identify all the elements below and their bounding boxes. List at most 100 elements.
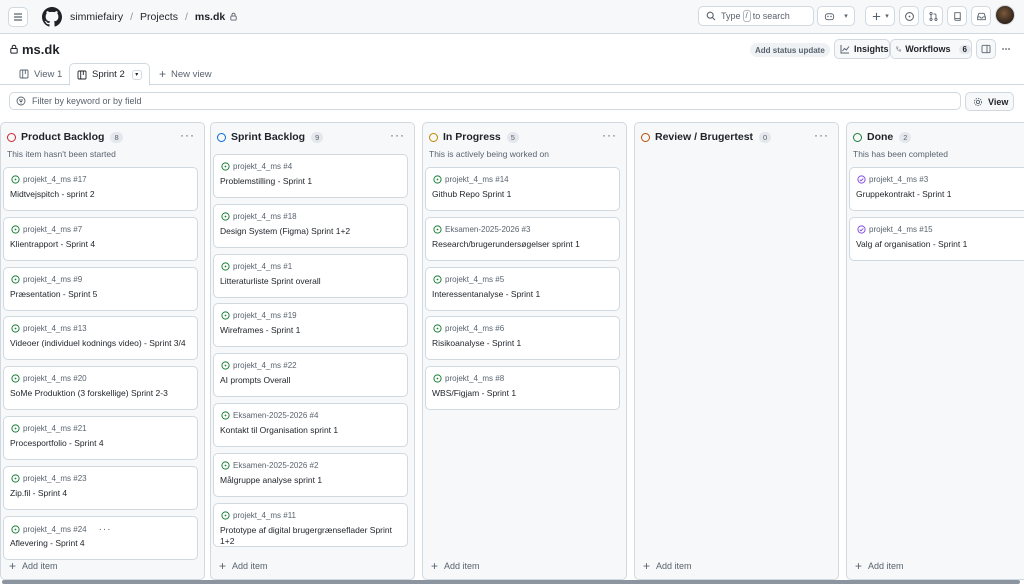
- card-reference[interactable]: projekt_4_ms #18: [233, 212, 297, 221]
- card-reference[interactable]: projekt_4_ms #3: [869, 175, 928, 184]
- card-reference[interactable]: projekt_4_ms #5: [445, 275, 504, 284]
- card-reference[interactable]: projekt_4_ms #9: [23, 275, 82, 284]
- card-reference[interactable]: projekt_4_ms #4: [233, 162, 292, 171]
- issue-card[interactable]: projekt_4_ms #8 WBS/Figjam - Sprint 1: [425, 366, 620, 411]
- card-reference[interactable]: projekt_4_ms #23: [23, 474, 87, 483]
- add-item-button[interactable]: + Add item: [643, 559, 692, 573]
- card-title[interactable]: Prototype af digital brugergrænseflader …: [220, 525, 402, 547]
- card-reference[interactable]: projekt_4_ms #6: [445, 324, 504, 333]
- card-title[interactable]: WBS/Figjam - Sprint 1: [432, 388, 614, 399]
- create-new-button[interactable]: ▾: [865, 6, 895, 26]
- add-status-update-button[interactable]: Add status update: [750, 43, 830, 57]
- avatar[interactable]: [995, 5, 1015, 25]
- issue-card[interactable]: Eksamen-2025-2026 #3 Research/brugerunder…: [425, 216, 620, 261]
- issue-card[interactable]: Eksamen-2025-2026 #2 Målgruppe analyse sp…: [213, 452, 408, 497]
- view-options-button[interactable]: View: [965, 92, 1014, 111]
- card-title[interactable]: Målgruppe analyse sprint 1: [220, 475, 402, 486]
- issue-card[interactable]: Eksamen-2025-2026 #4 Kontakt til Organisa…: [213, 403, 408, 447]
- column-menu-icon[interactable]: ···: [390, 128, 405, 142]
- issue-card[interactable]: projekt_4_ms #9 Præsentation - Sprint 5: [3, 266, 198, 311]
- card-title[interactable]: Litteraturliste Sprint overall: [220, 276, 402, 287]
- horizontal-scrollbar[interactable]: [2, 580, 1020, 584]
- card-reference[interactable]: projekt_4_ms #8: [445, 374, 504, 383]
- card-title[interactable]: Procesportfolio - Sprint 4: [10, 438, 192, 449]
- column-menu-icon[interactable]: ···: [602, 128, 617, 142]
- card-title[interactable]: Kontakt til Organisation sprint 1: [220, 425, 402, 436]
- issue-card[interactable]: projekt_4_ms #6 Risikoanalyse - Sprint 1: [425, 316, 620, 361]
- card-title[interactable]: Design System (Figma) Sprint 1+2: [220, 226, 402, 237]
- issue-card[interactable]: projekt_4_ms #19 Wireframes - Sprint 1: [213, 303, 408, 348]
- card-reference[interactable]: projekt_4_ms #19: [233, 311, 297, 320]
- column-menu-icon[interactable]: ···: [814, 128, 829, 142]
- card-menu-icon[interactable]: ···: [99, 524, 112, 535]
- add-item-button[interactable]: + Add item: [431, 559, 480, 573]
- card-title[interactable]: Valg af organisation - Sprint 1: [856, 239, 1024, 250]
- add-item-button[interactable]: + Add item: [855, 559, 904, 573]
- card-title[interactable]: Aflevering - Sprint 4: [10, 538, 192, 549]
- notifications-button[interactable]: [971, 6, 991, 26]
- issue-card[interactable]: projekt_4_ms #22 AI prompts Overall: [213, 353, 408, 398]
- card-reference[interactable]: projekt_4_ms #11: [233, 511, 296, 520]
- card-reference[interactable]: projekt_4_ms #17: [23, 175, 87, 184]
- issue-card[interactable]: projekt_4_ms #14 Github Repo Sprint 1: [425, 167, 620, 211]
- card-reference[interactable]: projekt_4_ms #21: [23, 424, 87, 433]
- breadcrumb-projects[interactable]: Projects: [140, 11, 178, 23]
- card-reference[interactable]: Eksamen-2025-2026 #2: [233, 461, 318, 470]
- card-reference[interactable]: projekt_4_ms #22: [233, 361, 297, 370]
- issue-card[interactable]: projekt_4_ms #23 Zip.fil - Sprint 4: [3, 465, 198, 510]
- pull-requests-button[interactable]: [923, 6, 943, 26]
- filter-input[interactable]: Filter by keyword or by field: [9, 92, 961, 110]
- card-reference[interactable]: projekt_4_ms #24: [23, 525, 87, 534]
- card-title[interactable]: Interessentanalyse - Sprint 1: [432, 289, 614, 300]
- issue-card[interactable]: projekt_4_ms #15 Valg af organisation - S…: [849, 216, 1024, 261]
- repositories-button[interactable]: [947, 6, 967, 26]
- card-title[interactable]: Wireframes - Sprint 1: [220, 325, 402, 336]
- column-menu-icon[interactable]: ···: [180, 128, 195, 142]
- card-reference[interactable]: projekt_4_ms #20: [23, 374, 87, 383]
- card-title[interactable]: Midtvejspitch - sprint 2: [10, 189, 192, 200]
- issue-card[interactable]: projekt_4_ms #11 Prototype af digital bru…: [213, 502, 408, 547]
- card-title[interactable]: Github Repo Sprint 1: [432, 189, 614, 200]
- global-search-input[interactable]: Type / to search: [698, 6, 814, 26]
- breadcrumb-owner[interactable]: simmiefairy: [70, 11, 123, 23]
- issue-card[interactable]: projekt_4_ms #1 Litteraturliste Sprint ov…: [213, 253, 408, 298]
- card-title[interactable]: Zip.fil - Sprint 4: [10, 488, 192, 499]
- add-item-button[interactable]: + Add item: [219, 559, 268, 573]
- card-title[interactable]: Problemstilling - Sprint 1: [220, 176, 402, 187]
- card-reference[interactable]: projekt_4_ms #15: [869, 225, 933, 234]
- add-item-button[interactable]: + Add item: [9, 559, 58, 573]
- card-title[interactable]: AI prompts Overall: [220, 375, 402, 386]
- issue-card[interactable]: projekt_4_ms #7 Klientrapport - Sprint 4: [3, 216, 198, 261]
- issue-card[interactable]: projekt_4_ms #3 Gruppekontrakt - Sprint 1: [849, 167, 1024, 211]
- card-title[interactable]: Risikoanalyse - Sprint 1: [432, 338, 614, 349]
- issue-card[interactable]: projekt_4_ms #24 ··· Aflevering - Sprint 4: [3, 515, 198, 560]
- workflows-button[interactable]: Workflows 6: [890, 39, 972, 59]
- issue-card[interactable]: projekt_4_ms #21 Procesportfolio - Sprint…: [3, 416, 198, 460]
- issues-button[interactable]: [899, 6, 919, 26]
- issue-card[interactable]: projekt_4_ms #17 Midtvejspitch - sprint 2: [3, 167, 198, 211]
- copilot-button[interactable]: ▾: [817, 6, 855, 26]
- card-reference[interactable]: projekt_4_ms #7: [23, 225, 82, 234]
- card-title[interactable]: Research/brugerundersøgelser sprint 1: [432, 239, 614, 250]
- issue-card[interactable]: projekt_4_ms #18 Design System (Figma) Sp…: [213, 203, 408, 248]
- card-reference[interactable]: projekt_4_ms #13: [23, 324, 87, 333]
- side-panel-button[interactable]: [976, 39, 996, 59]
- card-title[interactable]: Klientrapport - Sprint 4: [10, 239, 192, 250]
- card-title[interactable]: Gruppekontrakt - Sprint 1: [856, 189, 1024, 200]
- card-title[interactable]: Videoer (individuel kodnings video) - Sp…: [10, 338, 192, 349]
- tab-sprint-2[interactable]: Sprint 2 ▾: [69, 63, 150, 86]
- issue-card[interactable]: projekt_4_ms #13 Videoer (individuel kodn…: [3, 316, 198, 361]
- issue-card[interactable]: projekt_4_ms #4 Problemstilling - Sprint …: [213, 154, 408, 198]
- card-reference[interactable]: Eksamen-2025-2026 #4: [233, 411, 318, 420]
- card-reference[interactable]: Eksamen-2025-2026 #3: [445, 225, 530, 234]
- more-options-button[interactable]: [996, 39, 1016, 59]
- issue-card[interactable]: projekt_4_ms #20 SoMe Produktion (3 forsk…: [3, 366, 198, 411]
- issue-card[interactable]: projekt_4_ms #5 Interessentanalyse - Spri…: [425, 266, 620, 311]
- card-title[interactable]: SoMe Produktion (3 forskellige) Sprint 2…: [10, 388, 192, 399]
- insights-button[interactable]: Insights: [834, 39, 890, 59]
- card-title[interactable]: Præsentation - Sprint 5: [10, 289, 192, 300]
- breadcrumb-project[interactable]: ms.dk: [195, 11, 225, 23]
- new-view-button[interactable]: + New view: [159, 63, 212, 85]
- card-reference[interactable]: projekt_4_ms #14: [445, 175, 509, 184]
- card-reference[interactable]: projekt_4_ms #1: [233, 262, 292, 271]
